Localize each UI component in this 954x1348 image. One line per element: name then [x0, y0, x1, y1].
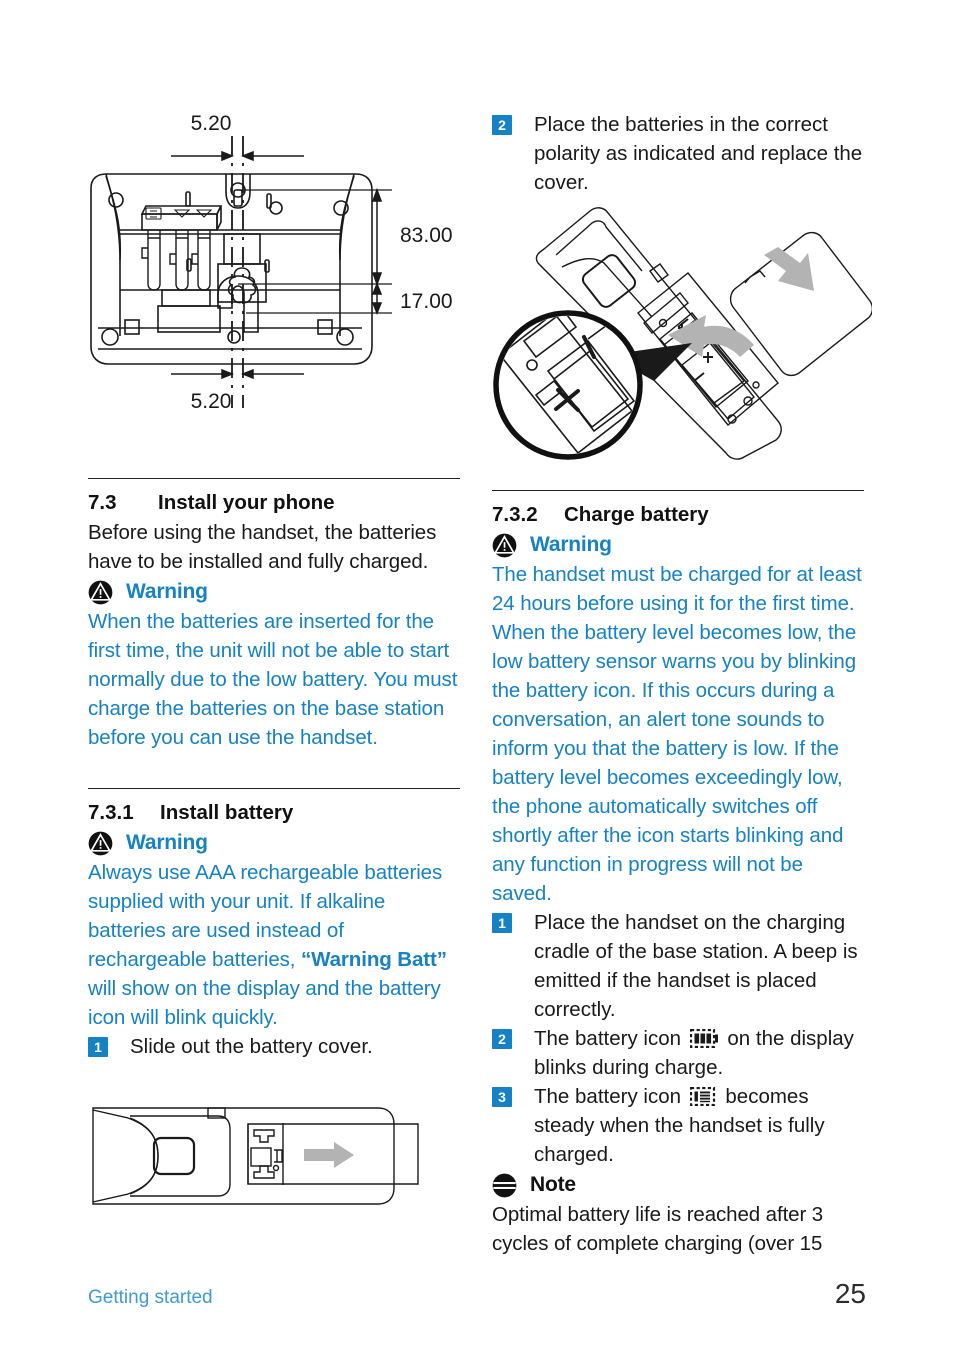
- section-divider: [88, 478, 460, 479]
- battery-blinking-icon: [689, 1029, 718, 1048]
- right-column-top: 2 Place the batteries in the correct pol…: [492, 110, 864, 197]
- warning-triangle-icon: [492, 533, 517, 557]
- subsection-title: Charge battery: [564, 503, 709, 526]
- handset-battery-polarity-figure: [492, 205, 874, 465]
- warning-body-text-3: The handset must be charged for at least…: [492, 563, 862, 905]
- subsection-number: 7.3.2: [492, 503, 538, 526]
- base-station-wall-mount-dimensions-figure: 5.20 5.20 83.00 17.00: [86, 108, 466, 443]
- note-body-text: Optimal battery life is reached after 3 …: [492, 1203, 824, 1255]
- step-text-before: The battery icon: [534, 1027, 687, 1050]
- slide-direction-arrow: [304, 1142, 354, 1168]
- section-number: 7.3: [88, 491, 117, 514]
- page-number: 25: [834, 1278, 866, 1309]
- insert-direction-arrows: [668, 247, 814, 357]
- warning-label: Warning: [530, 533, 612, 556]
- dimension-label-83: 83.00: [400, 224, 453, 247]
- note-label: Note: [530, 1173, 576, 1196]
- dimension-label-17: 17.00: [400, 290, 453, 313]
- section-heading-7-3: 7.3 Install your phone: [88, 488, 460, 517]
- subsection-title: Install battery: [160, 801, 294, 824]
- step-text: Slide out the battery cover.: [130, 1035, 373, 1058]
- subsection-divider: [88, 788, 460, 789]
- warning-text-bold: “Warning Batt”: [300, 948, 447, 971]
- section-intro-text: Before using the handset, the batteries …: [88, 521, 437, 573]
- subsection-heading-7-3-1: 7.3.1 Install battery: [88, 798, 460, 827]
- step-text: Place the handset on the charging cradle…: [534, 911, 858, 1021]
- list-item: 3 The battery icon becomes steady when t…: [492, 1082, 864, 1169]
- warning-label: Warning: [126, 831, 208, 854]
- note-icon: [492, 1173, 517, 1197]
- warning-label: Warning: [126, 580, 208, 603]
- list-item: 2 Place the batteries in the correct pol…: [492, 110, 864, 197]
- list-item: 2 The battery icon on the display blinks…: [492, 1024, 864, 1082]
- step-text: Place the batteries in the correct polar…: [534, 113, 863, 194]
- step-text: The battery icon becomes steady when the…: [534, 1082, 864, 1169]
- warning-callout-header: Warning: [88, 577, 460, 607]
- warning-triangle-icon: [88, 831, 113, 855]
- subsection-number: 7.3.1: [88, 801, 134, 824]
- footer-section-label: Getting started: [88, 1287, 213, 1308]
- dimension-label-bottom: 5.20: [191, 390, 232, 413]
- list-item: 1 Slide out the battery cover.: [88, 1032, 460, 1061]
- subsection-divider-2: [492, 490, 864, 491]
- step-marker: 2: [492, 1029, 512, 1049]
- step-text-before: The battery icon: [534, 1085, 687, 1108]
- warning-body-text-2: Always use AAA rechargeable batteries su…: [88, 858, 460, 1032]
- warning-callout-header-2: Warning: [88, 828, 460, 858]
- left-column-content: 7.3 Install your phone Before using the …: [88, 478, 460, 1061]
- manual-page: 5.20 5.20 83.00 17.00 7.3 Install your p…: [0, 0, 954, 1348]
- battery-full-icon: [689, 1087, 715, 1106]
- step-marker: 2: [492, 115, 512, 135]
- note-callout-header: Note: [492, 1170, 864, 1200]
- page-footer: Getting started 25: [88, 1278, 866, 1310]
- step-text: The battery icon on the display blinks d…: [534, 1024, 864, 1082]
- warning-callout-header-3: Warning: [492, 530, 864, 560]
- warning-triangle-icon: [88, 580, 113, 604]
- step-marker: 1: [492, 913, 512, 933]
- warning-body-text: When the batteries are inserted for the …: [88, 610, 458, 749]
- subsection-heading-7-3-2: 7.3.2 Charge battery: [492, 500, 864, 529]
- right-column-content: 7.3.2 Charge battery Warning The handset…: [492, 490, 864, 1258]
- step-marker: 3: [492, 1087, 512, 1107]
- list-item: 1 Place the handset on the charging crad…: [492, 908, 864, 1024]
- install-battery-steps: 1 Slide out the battery cover.: [88, 1032, 460, 1061]
- step-marker: 1: [88, 1037, 108, 1057]
- handset-battery-cover-slide-figure: [88, 1096, 452, 1223]
- warning-text-part-2: will show on the display and the battery…: [88, 977, 441, 1029]
- dimension-label-top: 5.20: [191, 112, 232, 135]
- section-title: Install your phone: [158, 491, 335, 514]
- charge-battery-steps: 1 Place the handset on the charging crad…: [492, 908, 864, 1169]
